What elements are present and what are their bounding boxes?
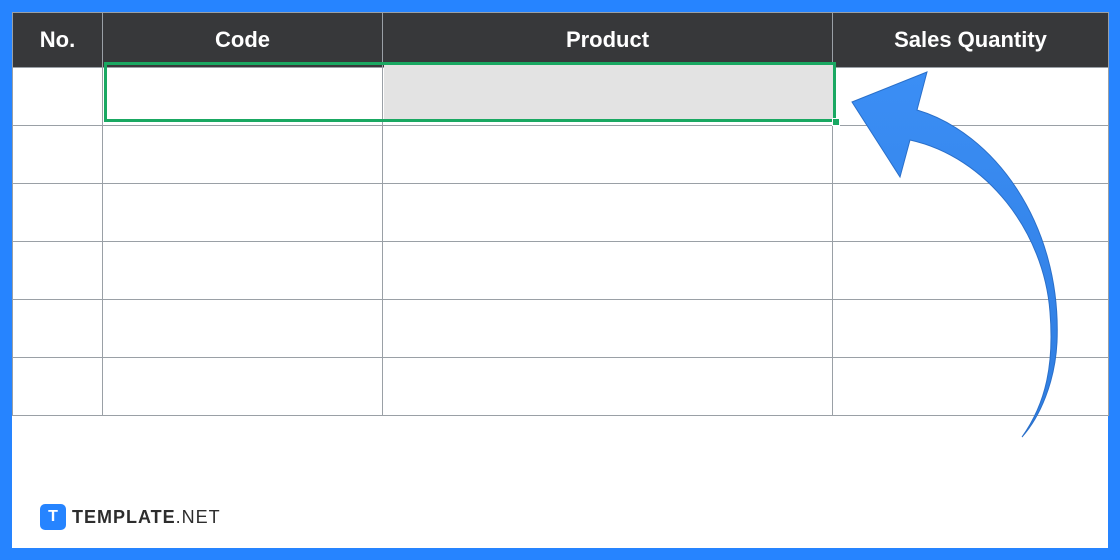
watermark-brand-light: .NET	[176, 507, 221, 527]
cell-product[interactable]	[383, 184, 833, 242]
cell-code[interactable]	[103, 126, 383, 184]
watermark-badge-icon: T	[40, 504, 66, 530]
cell-qty[interactable]	[833, 358, 1109, 416]
table-row	[13, 184, 1109, 242]
cell-no[interactable]	[13, 184, 103, 242]
header-row: No. Code Product Sales Quantity	[13, 13, 1109, 68]
cell-qty[interactable]	[833, 300, 1109, 358]
cell-product[interactable]	[383, 300, 833, 358]
spreadsheet-container: No. Code Product Sales Quantity	[12, 12, 1108, 548]
header-no[interactable]: No.	[13, 13, 103, 68]
cell-product[interactable]	[383, 358, 833, 416]
cell-no[interactable]	[13, 68, 103, 126]
cell-no[interactable]	[13, 300, 103, 358]
cell-no[interactable]	[13, 242, 103, 300]
spreadsheet-table: No. Code Product Sales Quantity	[12, 12, 1109, 416]
cell-product[interactable]	[383, 242, 833, 300]
watermark-text: TEMPLATE.NET	[72, 507, 221, 528]
cell-qty[interactable]	[833, 242, 1109, 300]
table-row	[13, 126, 1109, 184]
cell-code[interactable]	[103, 242, 383, 300]
watermark: T TEMPLATE.NET	[40, 504, 221, 530]
cell-qty[interactable]	[833, 184, 1109, 242]
cell-code[interactable]	[103, 300, 383, 358]
cell-code[interactable]	[103, 68, 383, 126]
table-row	[13, 242, 1109, 300]
cell-qty[interactable]	[833, 126, 1109, 184]
cell-product[interactable]	[383, 68, 833, 126]
header-product[interactable]: Product	[383, 13, 833, 68]
cell-product[interactable]	[383, 126, 833, 184]
cell-code[interactable]	[103, 358, 383, 416]
cell-no[interactable]	[13, 358, 103, 416]
cell-code[interactable]	[103, 184, 383, 242]
table-row	[13, 68, 1109, 126]
header-sales-quantity[interactable]: Sales Quantity	[833, 13, 1109, 68]
cell-qty[interactable]	[833, 68, 1109, 126]
watermark-brand-bold: TEMPLATE	[72, 507, 176, 527]
header-code[interactable]: Code	[103, 13, 383, 68]
table-row	[13, 358, 1109, 416]
watermark-badge-letter: T	[48, 508, 58, 526]
cell-no[interactable]	[13, 126, 103, 184]
table-row	[13, 300, 1109, 358]
